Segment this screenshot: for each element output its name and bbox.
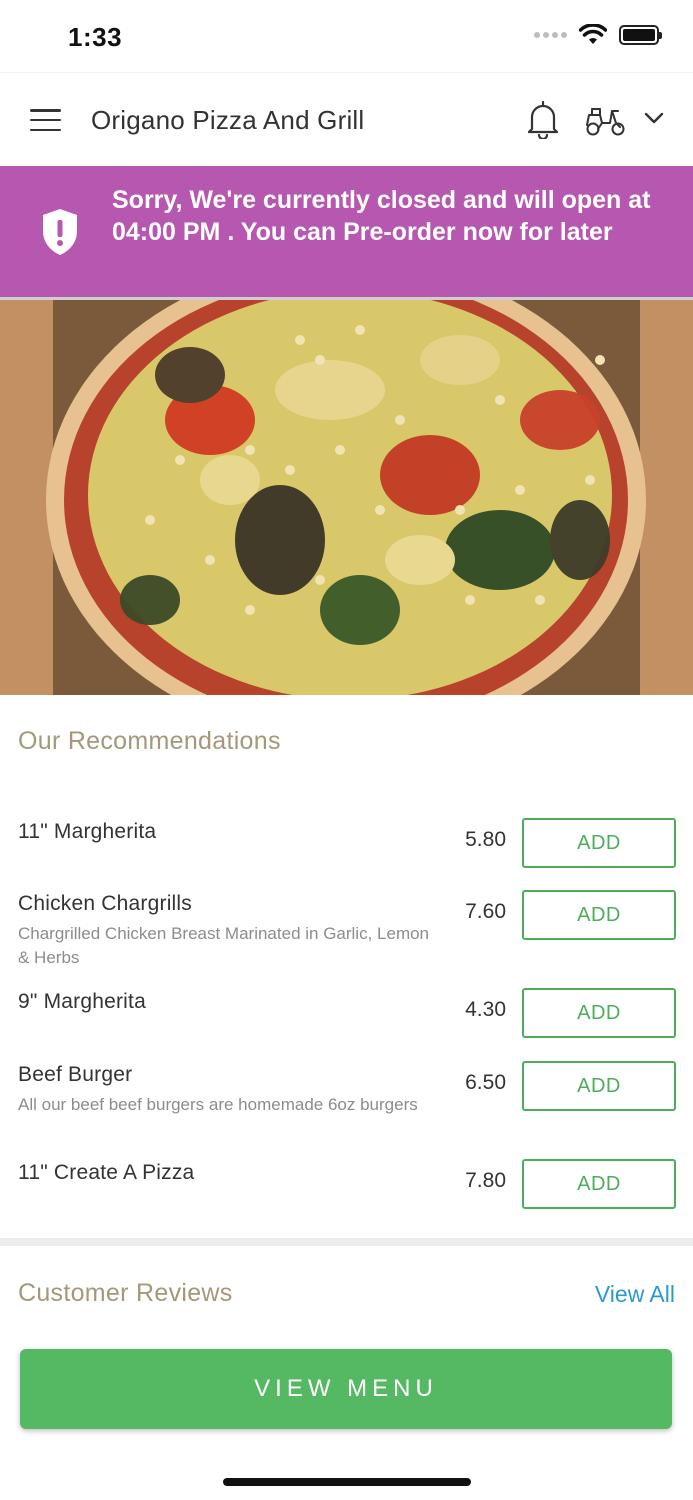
add-button[interactable]: ADD (522, 1061, 676, 1111)
shield-alert-icon (43, 209, 77, 255)
view-menu-button[interactable]: VIEW MENU (20, 1349, 672, 1429)
menu-item-name: Beef Burger (18, 1063, 133, 1086)
scooter-icon[interactable] (584, 103, 626, 137)
menu-item-price: 4.30 (465, 998, 506, 1021)
reviews-title: Customer Reviews (18, 1279, 233, 1307)
status-time: 1:33 (68, 22, 123, 52)
menu-item-description: Chargrilled Chicken Breast Marinated in … (18, 924, 430, 967)
menu-item-name: 9" Margherita (18, 990, 146, 1013)
menu-item-name: 11" Margherita (18, 820, 157, 843)
add-button[interactable]: ADD (522, 890, 676, 940)
status-bar: 1:33 (0, 0, 693, 72)
menu-item-price: 7.60 (465, 900, 506, 923)
home-indicator[interactable] (223, 1478, 471, 1486)
pizza-photo (0, 300, 693, 695)
add-button[interactable]: ADD (522, 818, 676, 868)
menu-item-price: 7.80 (465, 1169, 506, 1192)
hamburger-icon[interactable] (30, 109, 61, 131)
closed-message: Sorry, We're currently closed and will o… (112, 186, 651, 246)
closed-banner: Sorry, We're currently closed and will o… (0, 166, 693, 300)
chevron-down-icon[interactable] (644, 111, 664, 125)
view-all-reviews-link[interactable]: View All (595, 1281, 675, 1308)
cellular-signal-icon (534, 32, 567, 38)
add-button[interactable]: ADD (522, 988, 676, 1038)
status-indicators (534, 24, 662, 46)
menu-item-description: All our beef beef burgers are homemade 6… (18, 1095, 418, 1114)
hero-image (0, 300, 693, 695)
bell-icon[interactable] (526, 99, 560, 139)
menu-item-name: Chicken Chargrills (18, 892, 192, 915)
menu-item-price: 5.80 (465, 828, 506, 851)
battery-icon (619, 25, 662, 45)
wifi-icon (579, 24, 607, 44)
section-divider (0, 1238, 693, 1246)
app-header: Origano Pizza And Grill (0, 72, 693, 166)
restaurant-title: Origano Pizza And Grill (91, 105, 365, 135)
add-button[interactable]: ADD (522, 1159, 676, 1209)
menu-item-name: 11" Create A Pizza (18, 1161, 195, 1184)
menu-item-price: 6.50 (465, 1071, 506, 1094)
recommendations-title: Our Recommendations (18, 727, 281, 755)
